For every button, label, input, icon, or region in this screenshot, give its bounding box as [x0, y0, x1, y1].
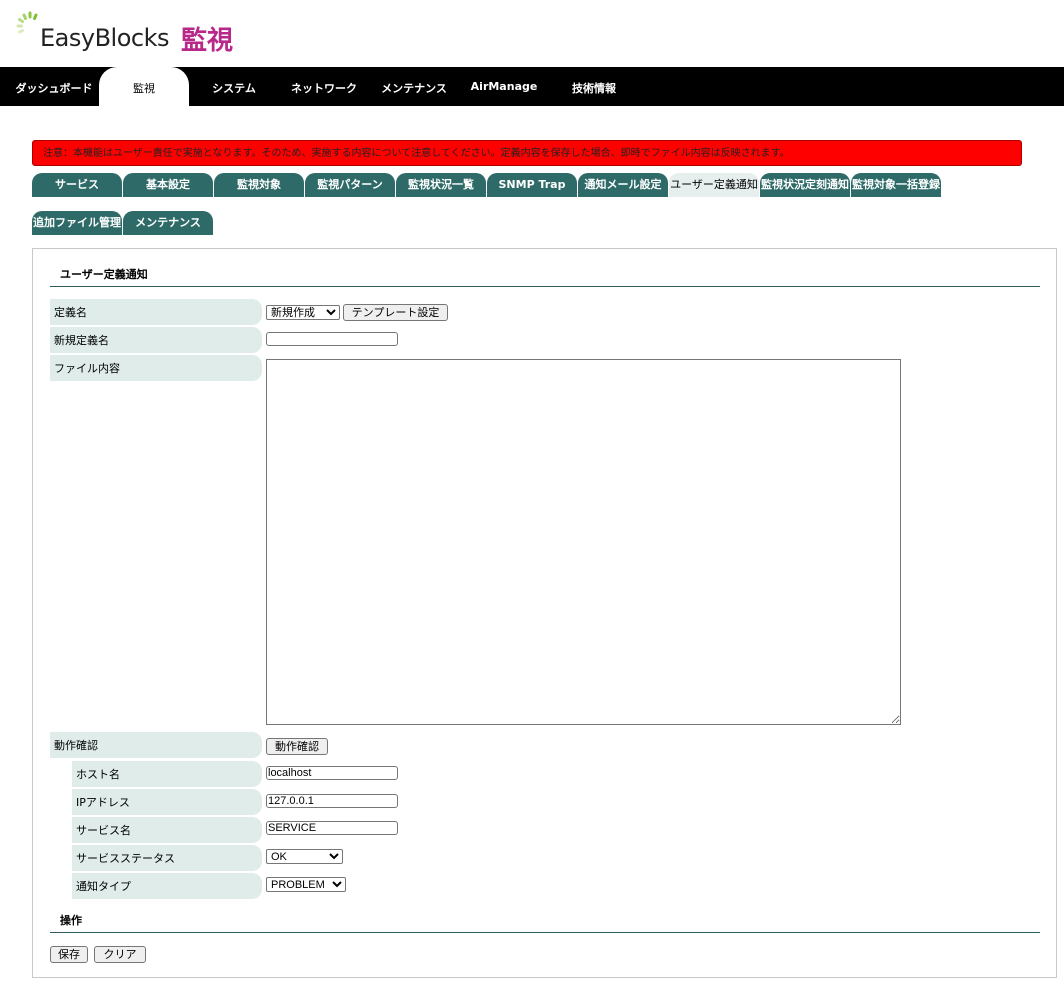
template-settings-button[interactable]: テンプレート設定 — [343, 304, 448, 321]
nav-tech-info[interactable]: 技術情報 — [562, 67, 626, 106]
tab-bulk-register[interactable]: 監視対象一括登録 — [851, 173, 941, 197]
service-status-label: サービスステータス — [72, 845, 262, 871]
tab-basic-settings[interactable]: 基本設定 — [123, 173, 213, 197]
warning-banner: 注意：本機能はユーザー責任で実施となります。そのため、実施する内容について注意し… — [32, 140, 1022, 166]
notify-type-select[interactable]: PROBLEM — [266, 877, 346, 892]
operations-title: 操作 — [50, 913, 1040, 933]
tab-monitor-patterns[interactable]: 監視パターン — [305, 173, 395, 197]
tab-snmp-trap[interactable]: SNMP Trap — [487, 173, 577, 197]
tab-scheduled-notify[interactable]: 監視状況定刻通知 — [760, 173, 850, 197]
tab-monitor-targets[interactable]: 監視対象 — [214, 173, 304, 197]
save-button[interactable]: 保存 — [50, 946, 88, 963]
header: EasyBlocks 監視 — [0, 0, 1064, 67]
host-label: ホスト名 — [72, 761, 262, 787]
nav-dashboard[interactable]: ダッシュボード — [10, 67, 98, 106]
page-title: 監視 — [181, 26, 234, 56]
service-label: サービス名 — [72, 817, 262, 843]
service-status-select[interactable]: OK — [266, 849, 343, 864]
ip-label: IPアドレス — [72, 789, 262, 815]
tab-maintenance[interactable]: メンテナンス — [123, 211, 213, 235]
file-content-textarea[interactable] — [266, 359, 901, 725]
new-definition-input[interactable] — [266, 332, 398, 346]
nav-network[interactable]: ネットワーク — [284, 67, 364, 106]
nav-monitoring[interactable]: 監視 — [99, 67, 189, 106]
content-panel: ユーザー定義通知 定義名 新規作成 テンプレート設定 新規定義名 ファイル内容 … — [32, 248, 1057, 978]
logo-text: EasyBlocks — [40, 24, 170, 52]
nav-system[interactable]: システム — [200, 67, 268, 106]
nav-airmanage[interactable]: AirManage — [470, 67, 538, 106]
file-content-label: ファイル内容 — [50, 355, 262, 381]
test-run-button[interactable]: 動作確認 — [266, 738, 328, 755]
tab-monitor-status[interactable]: 監視状況一覧 — [396, 173, 486, 197]
main-nav: ダッシュボード 監視 システム ネットワーク メンテナンス AirManage … — [0, 67, 1064, 106]
new-definition-label: 新規定義名 — [50, 327, 262, 353]
definition-select[interactable]: 新規作成 — [266, 305, 340, 320]
ip-input[interactable] — [266, 794, 398, 808]
service-input[interactable] — [266, 821, 398, 835]
host-input[interactable] — [266, 766, 398, 780]
tab-user-defined-notify[interactable]: ユーザー定義通知 — [669, 173, 759, 197]
definition-name-label: 定義名 — [50, 299, 262, 325]
test-label: 動作確認 — [50, 732, 262, 758]
tab-mail-settings[interactable]: 通知メール設定 — [578, 173, 668, 197]
tab-service[interactable]: サービス — [32, 173, 122, 197]
notify-type-label: 通知タイプ — [72, 873, 262, 899]
clear-button[interactable]: クリア — [94, 946, 146, 963]
nav-maintenance[interactable]: メンテナンス — [376, 67, 452, 106]
section-title: ユーザー定義通知 — [50, 267, 1040, 287]
tab-additional-files[interactable]: 追加ファイル管理 — [32, 211, 122, 235]
